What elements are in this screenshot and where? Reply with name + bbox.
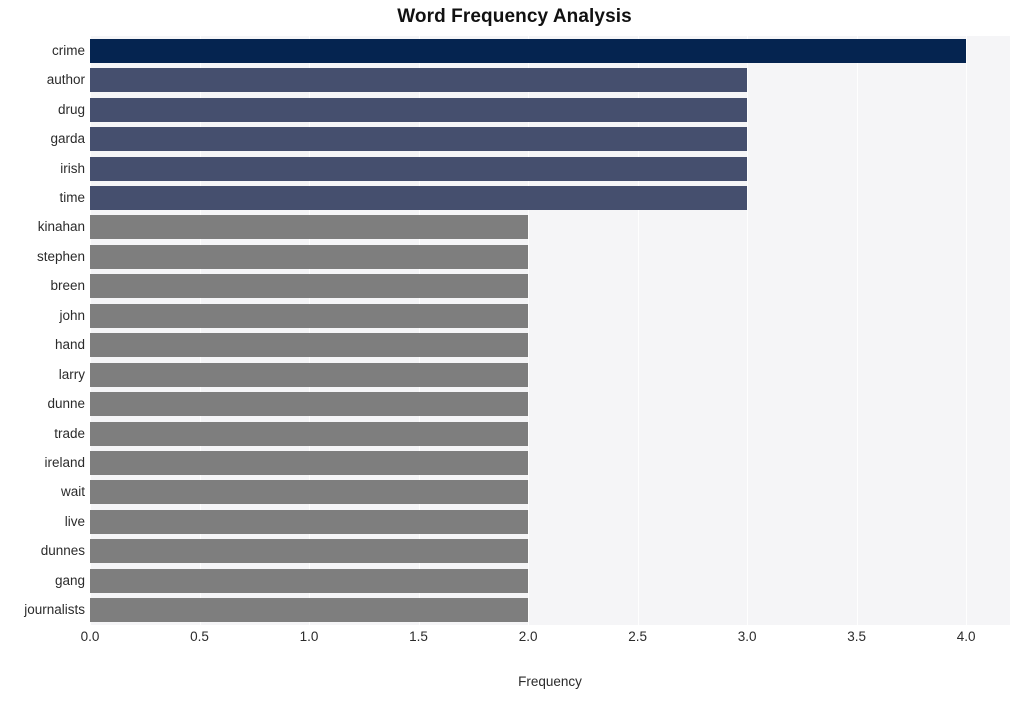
bar bbox=[90, 362, 529, 387]
gridline bbox=[747, 36, 749, 625]
y-tick-label: journalists bbox=[24, 602, 85, 618]
gridline bbox=[637, 36, 639, 625]
y-tick-label: author bbox=[46, 72, 85, 88]
y-tick-label: breen bbox=[50, 278, 85, 294]
y-tick-label: larry bbox=[58, 366, 85, 382]
x-tick-label: 3.0 bbox=[737, 629, 757, 644]
gridline bbox=[199, 36, 201, 625]
gridline bbox=[309, 36, 311, 625]
y-tick-label: ireland bbox=[44, 455, 85, 471]
gridline bbox=[528, 36, 530, 625]
y-tick-label: stephen bbox=[36, 248, 85, 264]
bar bbox=[90, 303, 529, 328]
x-tick-label: 1.5 bbox=[409, 629, 428, 644]
bar bbox=[90, 215, 529, 240]
y-tick-label: drug bbox=[57, 101, 85, 117]
word-frequency-chart: Word Frequency Analysis crime author drug g… bbox=[0, 0, 1029, 701]
gridline bbox=[418, 36, 420, 625]
y-axis-tick-labels: crime author drug garda irish time kinahan step… bbox=[0, 36, 85, 625]
x-tick-label: 0.0 bbox=[80, 629, 100, 644]
x-tick-label: 2.5 bbox=[628, 629, 647, 644]
y-tick-label: gang bbox=[54, 572, 85, 588]
x-tick-label: 1.0 bbox=[299, 629, 319, 644]
bar bbox=[90, 38, 967, 63]
x-tick-label: 4.0 bbox=[956, 629, 976, 644]
y-tick-label: john bbox=[59, 307, 85, 323]
gridline bbox=[966, 36, 968, 625]
bar bbox=[90, 156, 748, 181]
bar bbox=[90, 451, 529, 476]
y-tick-label: kinahan bbox=[37, 219, 85, 235]
bar bbox=[90, 68, 748, 93]
bar bbox=[90, 421, 529, 446]
chart-title: Word Frequency Analysis bbox=[397, 6, 632, 27]
x-tick-label: 3.5 bbox=[847, 629, 867, 644]
bar bbox=[90, 568, 529, 593]
y-tick-label: live bbox=[64, 513, 85, 529]
gridline bbox=[90, 36, 91, 625]
bar bbox=[90, 598, 529, 623]
bar bbox=[90, 97, 748, 122]
x-tick-label: 2.0 bbox=[518, 629, 538, 644]
y-tick-label: hand bbox=[54, 337, 85, 353]
y-tick-label: time bbox=[59, 189, 85, 205]
bar bbox=[90, 185, 748, 210]
bar bbox=[90, 539, 529, 564]
gridline bbox=[856, 36, 858, 625]
bar bbox=[90, 274, 529, 299]
bar bbox=[90, 509, 529, 534]
bar bbox=[90, 127, 748, 152]
y-tick-label: crime bbox=[52, 42, 85, 58]
y-tick-label: garda bbox=[50, 131, 85, 147]
x-axis-title: Frequency bbox=[518, 674, 582, 689]
y-tick-label: wait bbox=[60, 484, 85, 500]
bar bbox=[90, 480, 529, 505]
y-tick-label: dunne bbox=[47, 396, 85, 412]
x-tick-label: 0.5 bbox=[190, 629, 209, 644]
bar bbox=[90, 244, 529, 269]
y-tick-label: irish bbox=[60, 160, 85, 176]
bar bbox=[90, 392, 529, 417]
plot-area bbox=[90, 36, 1010, 625]
y-tick-label: dunnes bbox=[40, 543, 85, 559]
bar bbox=[90, 333, 529, 358]
y-tick-label: trade bbox=[54, 425, 85, 441]
x-axis-tick-labels: 0.0 0.5 1.0 1.5 2.0 2.5 3.0 3.5 4.0 bbox=[81, 629, 1010, 651]
